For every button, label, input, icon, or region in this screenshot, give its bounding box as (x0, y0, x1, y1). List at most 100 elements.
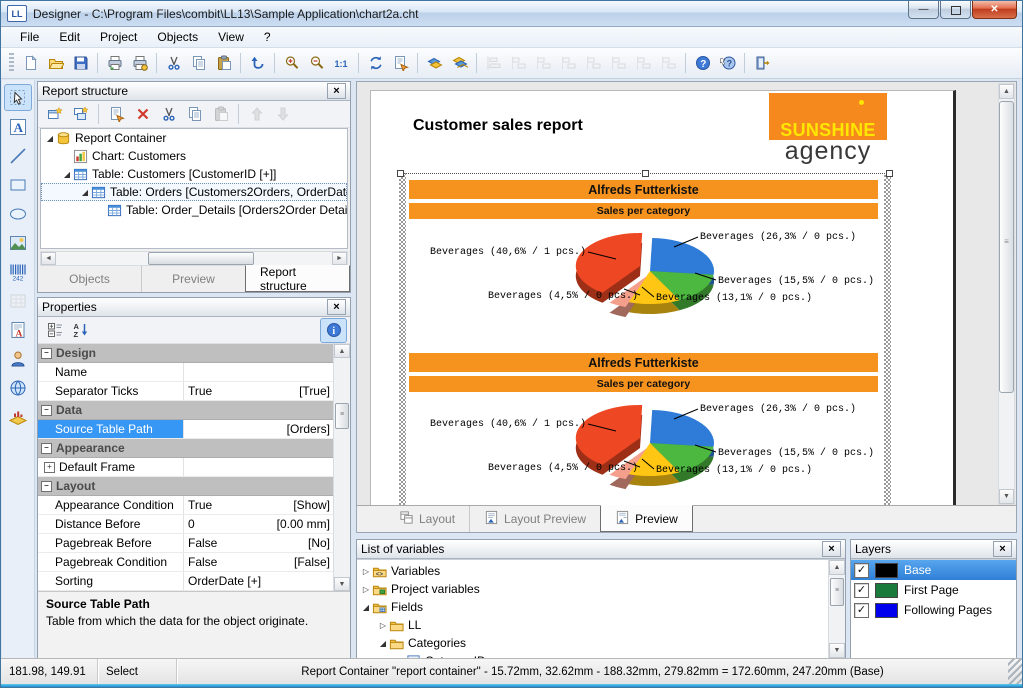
scroll-left-icon[interactable]: ◄ (41, 252, 56, 265)
report-page[interactable]: Customer sales report SUNSHINE agency Al… (370, 90, 956, 506)
scroll-up-icon[interactable]: ▲ (829, 560, 845, 575)
tree-item-table-orders-customers2orders-or[interactable]: ◢Table: Orders [Customers2Orders, OrderD… (41, 183, 347, 201)
tree-item-categories[interactable]: ◢Categories (357, 634, 845, 652)
tree-item-ll[interactable]: ▷LL (357, 616, 845, 634)
delete-icon[interactable] (130, 103, 155, 126)
categorized-icon[interactable] (42, 319, 67, 342)
copy-icon[interactable] (182, 103, 207, 126)
scroll-up-icon[interactable]: ▲ (999, 84, 1014, 99)
zoom-out-icon[interactable] (304, 52, 329, 75)
expander-icon[interactable]: ▷ (377, 621, 389, 630)
one-to-one-icon[interactable]: 1:1 (329, 52, 354, 75)
barcode-icon[interactable]: 242 (5, 259, 31, 284)
scroll-right-icon[interactable]: ► (332, 252, 347, 265)
collapse-icon[interactable]: – (41, 443, 52, 454)
title-bar[interactable]: LL Designer - C:\Program Files\combit\LL… (1, 1, 1022, 27)
undo-icon[interactable] (245, 52, 270, 75)
property-group-layout[interactable]: –Layout (38, 477, 334, 496)
expander-icon[interactable]: ◢ (61, 170, 73, 179)
expander-icon[interactable]: ◢ (377, 639, 389, 648)
tree-item-variables[interactable]: ▷<>Variables (357, 562, 845, 580)
toolbar-grip[interactable] (9, 53, 14, 73)
close-icon[interactable]: × (822, 541, 841, 557)
context-help-icon[interactable]: ? (715, 52, 740, 75)
menu-objects[interactable]: Objects (148, 28, 207, 46)
property-row-default-frame[interactable]: +Default Frame (38, 458, 334, 477)
resize-grip[interactable] (1008, 659, 1022, 684)
copy-icon[interactable] (186, 52, 211, 75)
select-icon[interactable] (5, 85, 31, 110)
property-row-source-table-path[interactable]: Source Table Path[Orders] (38, 420, 334, 439)
scroll-thumb[interactable] (148, 252, 254, 265)
scroll-down-icon[interactable]: ▼ (334, 577, 350, 591)
property-group-data[interactable]: –Data (38, 401, 334, 420)
tab-report-structure[interactable]: Report structure (245, 265, 350, 292)
property-row-name[interactable]: Name (38, 363, 334, 382)
open-icon[interactable] (43, 52, 68, 75)
close-icon[interactable]: × (327, 299, 346, 315)
tree-item-project-variables[interactable]: ▷Project variables (357, 580, 845, 598)
scroll-down-icon[interactable]: ▼ (829, 643, 845, 658)
maximize-button[interactable] (940, 1, 971, 19)
paste-icon[interactable] (211, 52, 236, 75)
menu-view[interactable]: View (209, 28, 253, 46)
property-group-design[interactable]: –Design (38, 344, 334, 363)
expander-icon[interactable]: ▷ (360, 585, 372, 594)
menu-project[interactable]: Project (91, 28, 146, 46)
selection-handle[interactable] (642, 170, 649, 177)
expander-icon[interactable]: ▷ (360, 567, 372, 576)
tree-item-table-order-details-orders2order[interactable]: Table: Order_Details [Orders2Order Detai… (41, 201, 347, 219)
expander-icon[interactable]: ◢ (360, 603, 372, 612)
object-properties-icon[interactable] (388, 52, 413, 75)
close-icon[interactable]: × (327, 83, 346, 99)
expander-icon[interactable]: ◢ (44, 134, 56, 143)
property-value[interactable] (184, 363, 334, 381)
layer-checkbox[interactable]: ✓ (854, 583, 869, 598)
layer-checkbox[interactable]: ✓ (854, 603, 869, 618)
chart-object-icon[interactable] (5, 404, 31, 429)
collapse-icon[interactable]: – (41, 405, 52, 416)
selection-handle[interactable] (397, 170, 404, 177)
report-container-object[interactable]: Alfreds Futterkiste Sales per category B… (399, 173, 891, 505)
tab-layout[interactable]: Layout (385, 506, 469, 532)
assign-layer-icon[interactable] (422, 52, 447, 75)
formatted-text-icon[interactable]: A (5, 317, 31, 342)
property-row-sorting[interactable]: SortingOrderDate [+] (38, 572, 334, 591)
picture-icon[interactable] (5, 230, 31, 255)
close-icon[interactable]: × (993, 541, 1012, 557)
property-value[interactable]: False[No] (184, 534, 334, 552)
rectangle-icon[interactable] (5, 172, 31, 197)
text-icon[interactable]: A (5, 114, 31, 139)
expander-icon[interactable]: ◢ (79, 188, 91, 197)
tree-item-fields[interactable]: ◢Fields (357, 598, 845, 616)
print-icon[interactable] (102, 52, 127, 75)
properties-scrollbar[interactable]: ▲ ≡ ▼ (333, 344, 350, 591)
property-row-separator-ticks[interactable]: Separator TicksTrue[True] (38, 382, 334, 401)
exit-icon[interactable] (749, 52, 774, 75)
tree-item-table-customers-customerid[interactable]: ◢Table: Customers [CustomerID [+]] (41, 165, 347, 183)
tab-layout-preview[interactable]: Layout Preview (469, 506, 600, 532)
property-row-pagebreak-condition[interactable]: Pagebreak ConditionFalse[False] (38, 553, 334, 572)
close-button[interactable]: ✕ (972, 1, 1017, 19)
new-icon[interactable] (18, 52, 43, 75)
tab-preview[interactable]: Preview (600, 505, 693, 532)
sort-az-icon[interactable]: AZ (68, 319, 93, 342)
property-value[interactable]: 0[0.00 mm] (184, 515, 334, 533)
layer-row-base[interactable]: ✓Base (851, 560, 1016, 580)
object-properties-icon[interactable] (104, 103, 129, 126)
add-subelement-icon[interactable] (68, 103, 93, 126)
preview-vertical-scrollbar[interactable]: ▲ ≡ ▼ (998, 83, 1015, 505)
property-row-distance-before[interactable]: Distance Before0[0.00 mm] (38, 515, 334, 534)
user-object-icon[interactable] (5, 346, 31, 371)
menu-help[interactable]: ? (255, 28, 280, 46)
layer-order-icon[interactable] (447, 52, 472, 75)
info-icon[interactable]: i (321, 319, 346, 342)
property-value[interactable]: True[True] (184, 382, 334, 400)
properties-title[interactable]: Properties × (38, 298, 350, 317)
tab-preview[interactable]: Preview (141, 266, 245, 292)
help-icon[interactable]: ? (690, 52, 715, 75)
zoom-in-icon[interactable] (279, 52, 304, 75)
property-value[interactable]: True[Show] (184, 496, 334, 514)
expand-icon[interactable]: + (44, 462, 55, 473)
cut-icon[interactable] (156, 103, 181, 126)
